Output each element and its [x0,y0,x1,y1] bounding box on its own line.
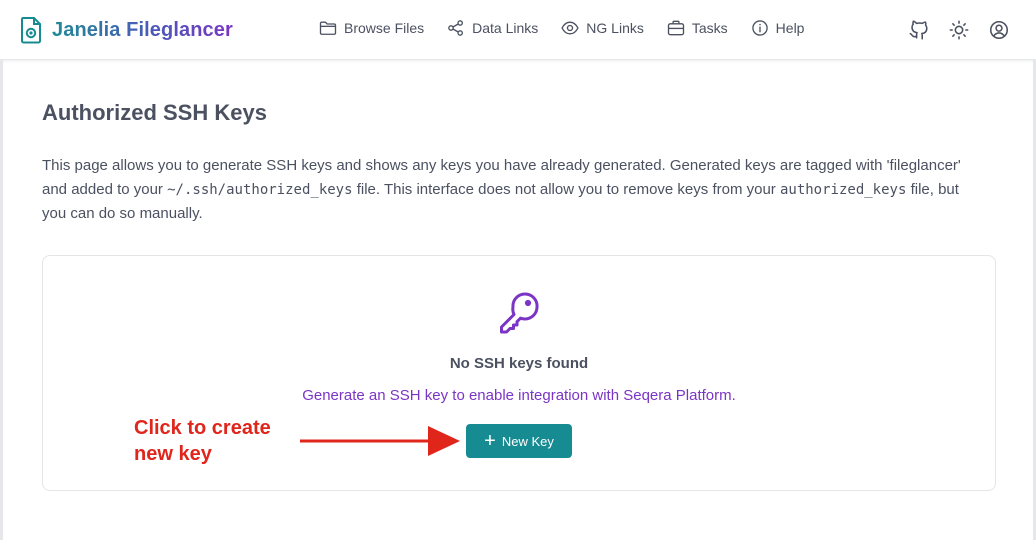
page-title: Authorized SSH Keys [42,100,267,125]
left-border [0,60,3,540]
code-authorized-keys-file: authorized_keys [779,182,907,198]
annotation-callout: Click to create new key [134,415,304,467]
new-key-label: New Key [501,433,554,449]
red-arrow-icon [300,426,460,456]
code-authorized-keys-path: ~/.ssh/authorized_keys [167,182,353,198]
key-icon [500,292,539,334]
share-icon [448,20,464,36]
empty-state-subtitle: Generate an SSH key to enable integratio… [302,387,736,404]
fileglancer-logo-icon [21,17,41,44]
plus-icon: + [484,430,496,452]
user-account-icon[interactable] [988,19,1010,41]
app-title: Janelia Fileglancer [52,18,233,41]
main-content: Authorized SSH Keys This page allows you… [42,100,998,226]
main-nav: Browse Files Data Links NG Links Tasks H… [318,18,804,38]
folder-icon [319,21,337,35]
top-navigation-bar: Janelia Fileglancer Browse Files Data Li… [0,0,1036,60]
annotation-line-1: Click to create [134,417,271,439]
brand[interactable]: Janelia Fileglancer [20,16,233,44]
nav-label: Help [775,20,805,36]
nav-tasks[interactable]: Tasks [666,18,728,38]
nav-label: NG Links [586,20,644,36]
header-actions [908,19,1010,41]
new-key-button[interactable]: + New Key [466,424,572,458]
nav-help[interactable]: Help [750,18,805,38]
annotation-line-2: new key [134,443,212,465]
theme-toggle-icon[interactable] [948,19,970,41]
nav-browse-files[interactable]: Browse Files [318,18,424,38]
description-text: file. This interface does not allow you … [352,181,780,198]
nav-label: Tasks [691,20,728,36]
info-icon [751,20,768,36]
nav-label: Data Links [472,20,539,36]
page-description: This page allows you to generate SSH key… [42,154,962,226]
nav-data-links[interactable]: Data Links [446,18,538,38]
briefcase-icon [667,20,685,36]
github-icon[interactable] [908,19,930,41]
nav-ng-links[interactable]: NG Links [560,18,644,38]
eye-icon [561,21,579,35]
empty-state-title: No SSH keys found [449,355,589,372]
nav-label: Browse Files [344,20,425,36]
